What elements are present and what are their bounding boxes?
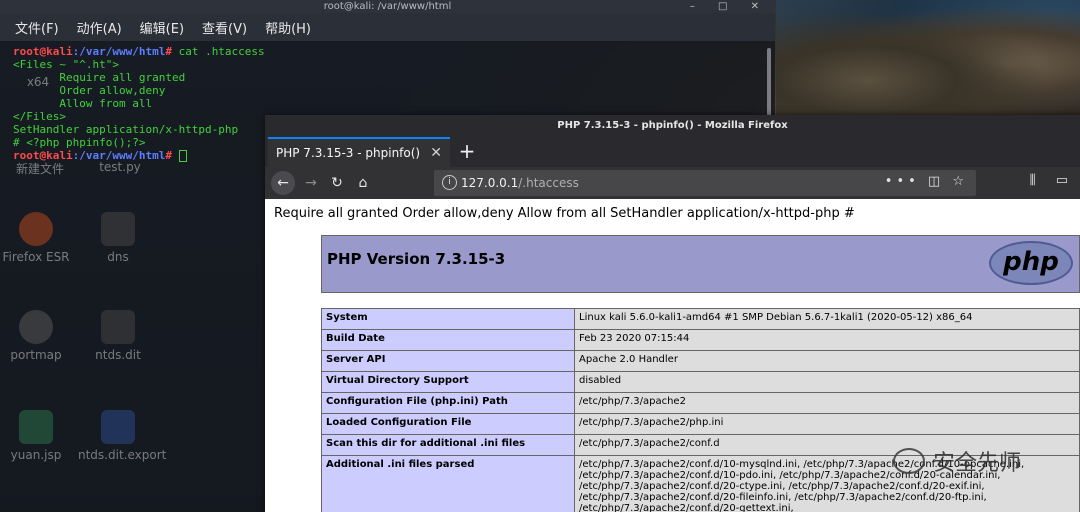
menu-help[interactable]: 帮助(H) [265,18,311,37]
menu-action[interactable]: 动作(A) [77,18,122,37]
phpinfo-table: System Linux kali 5.6.0-kali1-amd64 #1 SM… [321,308,1080,512]
command-line: root@kali:/var/www/html# cat .htaccess [13,45,265,58]
menu-file[interactable]: 文件(F) [15,18,59,37]
output-line: Require all granted [13,71,186,84]
text-cursor [178,150,187,162]
php-version-header: PHP Version 7.3.15-3 php [321,235,1080,293]
wechat-icon [893,448,925,474]
watermark: 安全先师 [893,445,1021,477]
desktop-icon[interactable]: portmap [0,310,76,362]
tab-strip: PHP 7.3.15-3 - phpinfo() ✕ + [265,137,1080,167]
home-icon[interactable]: ⌂ [351,171,375,195]
table-row: Virtual Directory Support disabled [321,371,1080,393]
back-icon[interactable]: ← [271,171,295,195]
menu-view[interactable]: 查看(V) [202,18,247,37]
terminal-titlebar[interactable]: root@kali: /var/www/html – □ ✕ [0,0,775,13]
toolbar-right[interactable]: ⫼ ▭ [1030,173,1076,188]
url-bar[interactable]: i 127.0.0.1/.htaccess ••• ◫ ☆ [434,170,976,196]
desktop-icon[interactable]: ntds.dit.export [78,410,166,462]
new-tab-button[interactable]: + [455,140,479,164]
table-row: Loaded Configuration File/etc/php/7.3/ap… [321,413,1080,435]
reload-icon[interactable]: ↻ [325,171,349,195]
tab-phpinfo[interactable]: PHP 7.3.15-3 - phpinfo() ✕ [268,137,450,167]
menu-edit[interactable]: 编辑(E) [140,18,184,37]
firefox-titlebar[interactable]: PHP 7.3.15-3 - phpinfo() - Mozilla Firef… [265,115,1080,137]
terminal-menubar: 文件(F) 动作(A) 编辑(E) 查看(V) 帮助(H) [0,13,775,41]
terminal-title: root@kali: /var/www/html [323,1,452,12]
output-line: <Files ~ "^.ht"> [13,58,119,71]
firefox-icon [19,212,53,246]
desktop-icon[interactable]: 新建文件 [0,160,80,177]
wallpaper-rocks [776,0,1080,115]
php-version: PHP Version 7.3.15-3 [327,250,506,268]
php-logo-icon: php [989,241,1073,285]
forward-icon[interactable]: → [299,171,323,195]
table-row: Configuration File (php.ini) Path/etc/ph… [321,392,1080,414]
desktop-icon[interactable]: ntds.dit [78,310,158,362]
window-controls[interactable]: – □ ✕ [690,0,769,13]
file-icon [19,410,53,444]
desktop-icon[interactable]: x64 [0,75,78,89]
file-icon [101,212,135,246]
desktop-icon-firefox[interactable]: Firefox ESR [0,212,76,264]
url-text: 127.0.0.1/.htaccess [461,176,579,190]
info-icon[interactable]: i [442,175,457,190]
output-line: Allow from all [13,97,153,110]
desktop-icon[interactable]: dns [78,212,158,264]
htaccess-raw-text: Require all granted Order allow,deny All… [274,206,855,221]
table-row: Build Date Feb 23 2020 07:15:44 [321,329,1080,351]
table-row: System Linux kali 5.6.0-kali1-amd64 #1 SM… [321,308,1080,330]
desktop-icon[interactable]: test.py [80,160,160,174]
output-line: Order allow,deny [13,84,166,97]
page-actions[interactable]: ••• ◫ ☆ [885,174,968,189]
navigation-bar: ← → ↻ ⌂ i 127.0.0.1/.htaccess ••• ◫ ☆ ⫼ … [265,167,1080,199]
terminal-scrollbar[interactable] [767,48,771,118]
file-icon [101,310,135,344]
desktop-icon[interactable]: yuan.jsp [0,410,76,462]
table-row: Server API Apache 2.0 Handler [321,350,1080,372]
gear-icon [19,310,53,344]
tab-label: PHP 7.3.15-3 - phpinfo() [276,146,421,160]
folder-icon [101,410,135,444]
close-icon[interactable]: ✕ [430,145,442,161]
